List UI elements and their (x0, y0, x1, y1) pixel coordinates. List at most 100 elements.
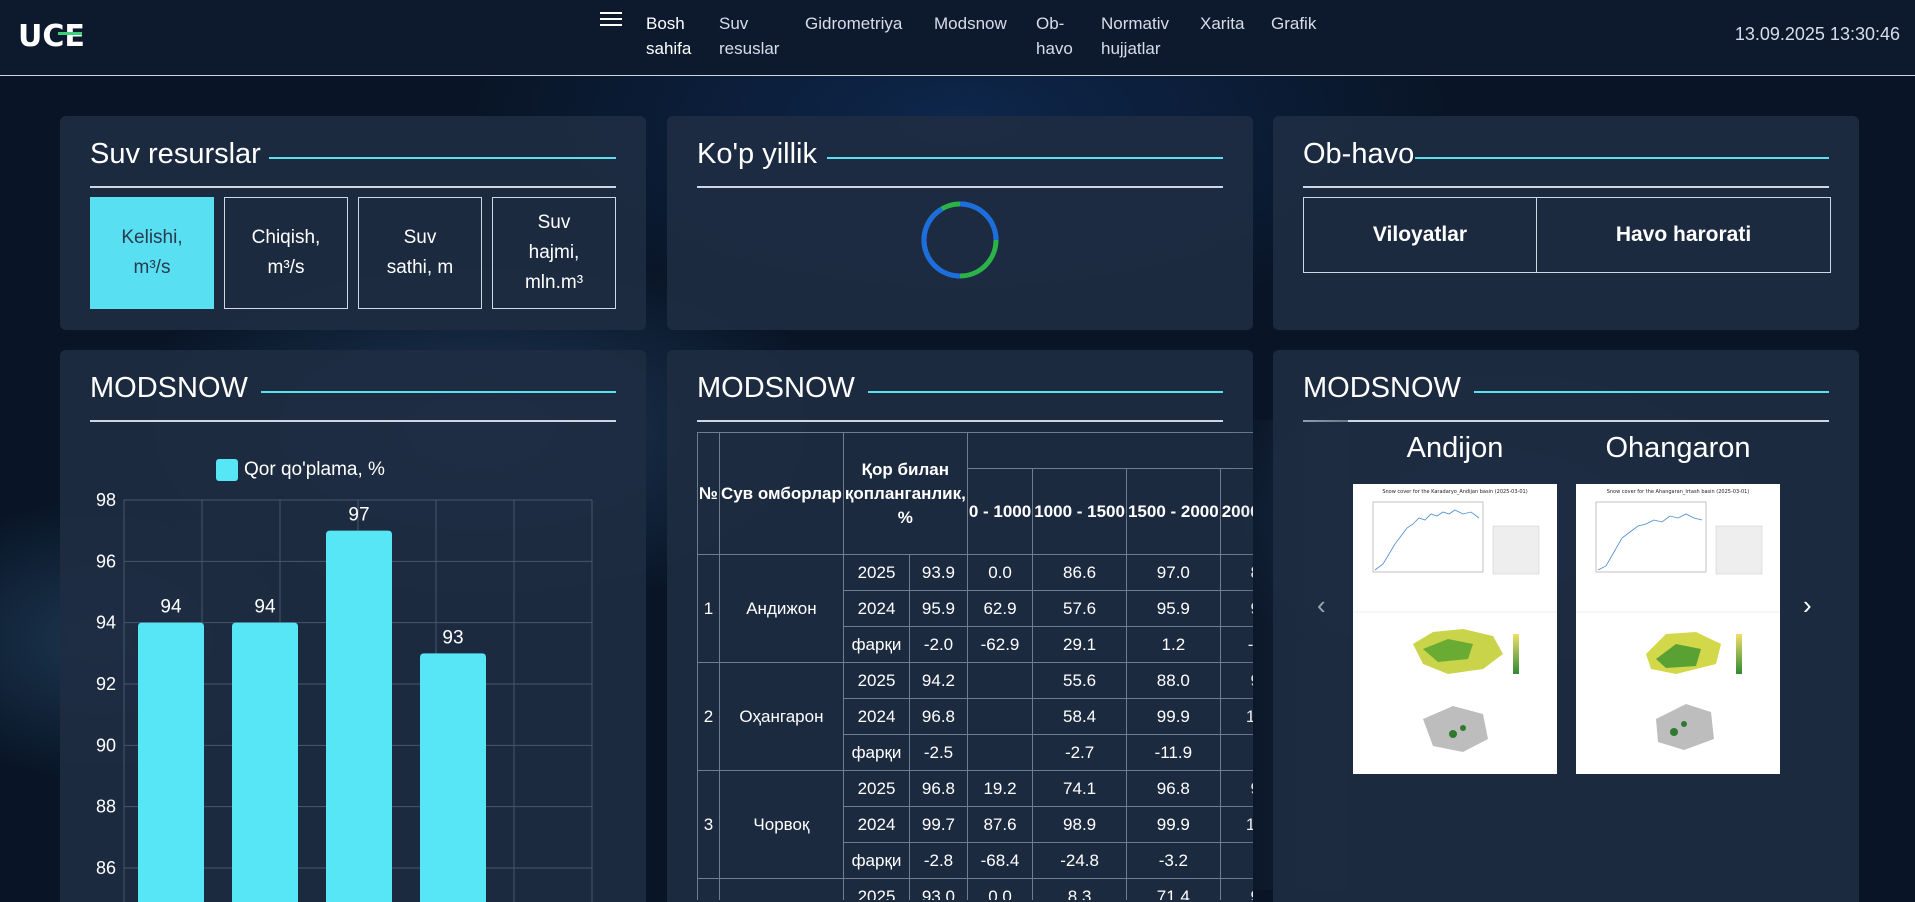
nav-normativ-hujjatlar[interactable]: Normativ hujjatlar (1101, 11, 1169, 61)
kelishi-button[interactable]: Kelishi, m³/s (90, 197, 214, 309)
table-cell: 100.0 (1219, 806, 1253, 843)
chart-bar[interactable] (138, 622, 204, 902)
ob-havo-tabs: Viloyatlar Havo harorati (1303, 197, 1831, 273)
row-year: фарқи (842, 842, 911, 879)
chart-bar[interactable] (420, 653, 486, 902)
nav-xarita[interactable]: Xarita (1200, 11, 1244, 36)
table-cell: 99.5 (1219, 770, 1253, 807)
nav-ob-havo[interactable]: Ob- havo (1036, 11, 1073, 61)
table-cell: -2.0 (909, 626, 968, 663)
col-header-range: 2000 - 2500 (1219, 468, 1253, 555)
row-year: 2025 (842, 770, 911, 807)
bar-data-label: 93 (442, 627, 463, 648)
table-cell: 55.6 (1032, 662, 1127, 699)
nav-modsnow[interactable]: Modsnow (934, 11, 1007, 36)
col-header-no: № (697, 432, 720, 555)
loading-spinner-icon (920, 200, 1000, 280)
table-cell (966, 698, 1034, 735)
table-cell: 95.9 (909, 590, 968, 627)
top-header: UCE Bosh sahifa Suv resuslar Gidrometriy… (0, 0, 1915, 76)
snow-coverage-table: №Сув омборларҚор билан қопланганлик, %Ба… (697, 432, 1253, 900)
table-cell (1219, 842, 1253, 879)
modsnow-carousel-card: MODSNOW ‹ › Andijon Ohangaron Snow cover… (1273, 350, 1859, 902)
chart-legend[interactable]: Qor qo'plama, % (216, 459, 385, 481)
table-cell: 96.8 (1125, 770, 1221, 807)
table-cell: 71.4 (1125, 878, 1221, 900)
ohangaron-snow-report-image[interactable]: Snow cover for the Ahangaran_Irtash basi… (1576, 484, 1780, 774)
nav-suv-resuslar[interactable]: Suv resuslar (719, 11, 779, 61)
row-number: 3 (697, 770, 720, 879)
tab-havo-harorati[interactable]: Havo harorati (1536, 198, 1830, 272)
chart-bar[interactable] (232, 622, 298, 902)
chiqish-button[interactable]: Chiqish, m³/s (224, 197, 348, 309)
reservoir-name (718, 878, 844, 900)
title-divider (1474, 391, 1829, 393)
table-cell: 1.2 (1125, 626, 1221, 663)
nav-grafik[interactable]: Grafik (1271, 11, 1316, 36)
nav-gidrometriya[interactable]: Gidrometriya (805, 11, 902, 36)
bar-data-label: 94 (160, 597, 182, 618)
table-cell: 29.1 (1032, 626, 1127, 663)
table-cell: -13.3 (1219, 626, 1253, 663)
bar-data-label: 94 (254, 597, 276, 618)
title-divider (269, 157, 616, 159)
nav-bosh-sahifa[interactable]: Bosh sahifa (646, 11, 691, 61)
table-cell: 99.9 (1125, 806, 1221, 843)
carousel-next-arrow-icon[interactable]: › (1803, 590, 1812, 621)
card-title: MODSNOW (697, 372, 855, 404)
title-divider (1415, 157, 1829, 159)
reservoir-name: Чорвоқ (718, 770, 844, 879)
table-cell: -24.8 (1032, 842, 1127, 879)
modsnow-table-card: MODSNOW № Сув омборлар Қор билан қопланган… (667, 350, 1253, 902)
table-cell: 100.0 (1219, 698, 1253, 735)
table-row: 3Чорвоқ202596.819.274.196.899.5100.0100.… (697, 770, 1253, 879)
row-year: 2025 (842, 554, 911, 591)
report-title: Snow cover for the Karadaryo_Andijan bas… (1382, 489, 1527, 495)
suv-sathi-button[interactable]: Suv sathi, m (358, 197, 482, 309)
row-number: 2 (697, 662, 720, 771)
y-tick-label: 86 (96, 858, 116, 878)
table-row: 2Оҳангарон202594.255.688.099.399.9100.01… (697, 662, 1253, 771)
table-cell: 88.0 (1125, 662, 1221, 699)
table-cell: -2.8 (909, 842, 968, 879)
col-header-reservoir: Сув омборлар (718, 432, 844, 555)
carousel-prev-arrow-icon[interactable]: ‹ (1317, 590, 1326, 621)
table-cell: 97.2 (1219, 878, 1253, 900)
snow-cover-bar-chart: 98 96 94 92 90 88 86 94 94 97 93 (96, 490, 593, 902)
col-header-range: 0 - 1000 (966, 468, 1034, 555)
table-cell: 86.6 (1032, 554, 1127, 591)
table-cell: 93.9 (909, 554, 968, 591)
hamburger-menu-icon[interactable] (600, 12, 622, 30)
row-year: 2024 (842, 698, 911, 735)
legend-swatch (216, 459, 238, 481)
table-cell: 62.9 (966, 590, 1034, 627)
y-tick-label: 94 (96, 613, 116, 633)
col-header-range: 1500 - 2000 (1125, 468, 1221, 555)
row-number: 1 (697, 554, 720, 663)
table-cell: 99.3 (1219, 662, 1253, 699)
andijon-snow-report-image[interactable]: Snow cover for the Karadaryo_Andijan bas… (1353, 484, 1557, 774)
bar-data-label: 97 (348, 505, 369, 526)
tab-viloyatlar[interactable]: Viloyatlar (1304, 198, 1536, 272)
suv-hajmi-button[interactable]: Suv hajmi, mln.m³ (492, 197, 616, 309)
reservoir-name: Оҳангарон (718, 662, 844, 771)
table-row: 1Андижон202593.90.086.697.086.593.199.71… (697, 554, 1253, 663)
row-year: 2024 (842, 806, 911, 843)
slide-label-andijon: Andijon (1406, 432, 1504, 464)
table-cell (966, 662, 1034, 699)
uce-logo[interactable]: UCE (18, 18, 85, 54)
snow-table-scroll[interactable]: №Сув омборларҚор билан қопланганлик, %Ба… (697, 432, 1253, 900)
legend-label: Qor qo'plama, % (244, 459, 385, 480)
row-year: 2024 (842, 590, 911, 627)
col-header-range: 1000 - 1500 (1032, 468, 1127, 555)
table-cell: 0.0 (966, 554, 1034, 591)
chart-bar[interactable] (326, 530, 392, 902)
modsnow-chart-card: MODSNOW Qor qo'plama, % 98 96 94 92 90 88 86 94… (60, 350, 646, 902)
table-cell: 93.0 (909, 878, 968, 900)
table-cell: 57.6 (1032, 590, 1127, 627)
table-cell: 97.0 (1125, 554, 1221, 591)
row-year: 2025 (842, 878, 911, 900)
table-cell: 8.3 (1032, 878, 1127, 900)
table-cell (966, 734, 1034, 771)
table-cell: 86.5 (1219, 554, 1253, 591)
